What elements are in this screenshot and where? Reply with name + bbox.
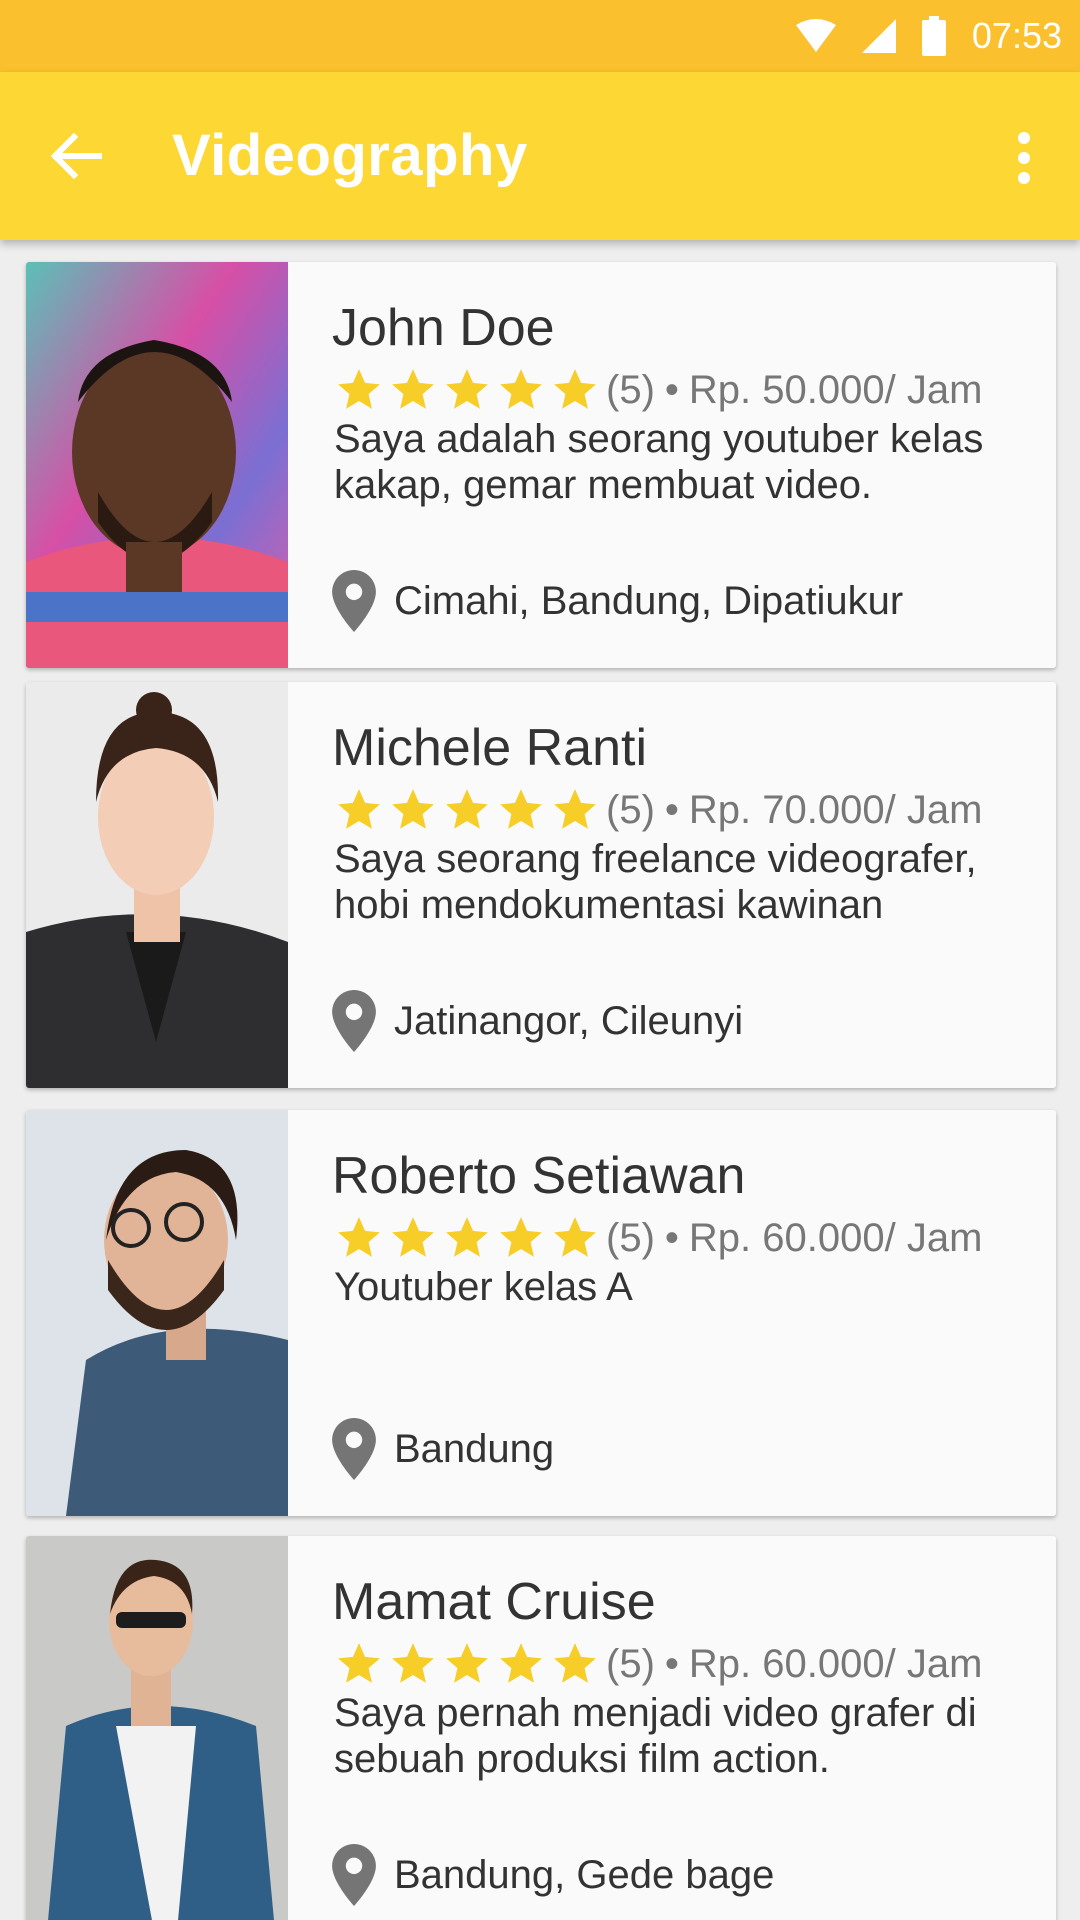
provider-name: John Doe xyxy=(332,299,555,357)
location-pin-icon xyxy=(332,1418,376,1480)
price: Rp. 70.000/ Jam xyxy=(688,787,983,832)
separator-dot: • xyxy=(664,1641,679,1686)
provider-description: Saya adalah seorang youtuber kelas kakap… xyxy=(334,417,984,507)
price: Rp. 60.000/ Jam xyxy=(688,1641,983,1686)
star-icon xyxy=(446,369,488,409)
star-icon xyxy=(338,1217,380,1257)
star-rating xyxy=(332,1639,602,1689)
provider-name: Mamat Cruise xyxy=(332,1573,656,1631)
arrow-back-icon xyxy=(50,133,102,179)
rating-row: (5) • Rp. 60.000/ Jam xyxy=(332,1210,982,1266)
star-rating xyxy=(332,365,602,415)
battery-icon xyxy=(921,16,946,56)
rating-count: (5) xyxy=(606,367,655,412)
star-icon xyxy=(392,369,434,409)
star-icon xyxy=(554,369,596,409)
provider-location: Bandung xyxy=(332,1418,554,1480)
star-icon xyxy=(554,1643,596,1683)
provider-card[interactable]: Mamat Cruise (5) • Rp. 60.000/ Jam Saya … xyxy=(26,1536,1056,1920)
star-icon xyxy=(500,1217,542,1257)
star-rating xyxy=(332,785,602,835)
location-text: Bandung xyxy=(394,1426,555,1471)
location-text: Jatinangor, Cileunyi xyxy=(394,998,744,1043)
star-icon xyxy=(500,369,542,409)
signal-icon xyxy=(861,19,896,53)
provider-photo xyxy=(26,682,288,1088)
provider-location: Bandung, Gede bage xyxy=(332,1844,774,1906)
location-pin-icon xyxy=(332,570,376,632)
price: Rp. 50.000/ Jam xyxy=(688,367,983,412)
star-icon xyxy=(446,1217,488,1257)
location-pin-icon xyxy=(332,990,376,1052)
page-title: Videography xyxy=(172,123,528,188)
star-icon xyxy=(554,1217,596,1257)
app-bar: Videography xyxy=(0,72,1080,240)
separator-dot: • xyxy=(664,1215,679,1260)
rating-count: (5) xyxy=(606,1641,655,1686)
location-pin-icon xyxy=(332,1844,376,1906)
location-text: Bandung, Gede bage xyxy=(394,1852,775,1897)
provider-name: Roberto Setiawan xyxy=(332,1147,746,1205)
provider-photo xyxy=(26,262,288,668)
star-icon xyxy=(500,789,542,829)
star-icon xyxy=(392,1217,434,1257)
provider-list: John Doe (5) • Rp. 50.000/ Jam Saya adal… xyxy=(0,240,1080,1920)
rating-row: (5) • Rp. 70.000/ Jam xyxy=(332,782,982,838)
status-bar: 07:53 xyxy=(0,0,1080,72)
wifi-icon xyxy=(795,19,836,53)
rating-row: (5) • Rp. 50.000/ Jam xyxy=(332,362,982,418)
provider-description: Youtuber kelas A xyxy=(334,1265,633,1309)
separator-dot: • xyxy=(664,367,679,412)
provider-description: Saya pernah menjadi video grafer di sebu… xyxy=(334,1691,977,1781)
star-icon xyxy=(338,789,380,829)
overflow-menu-button[interactable] xyxy=(1004,128,1044,188)
star-icon xyxy=(392,1643,434,1683)
star-icon xyxy=(338,369,380,409)
provider-card[interactable]: Michele Ranti (5) • Rp. 70.000/ Jam Saya… xyxy=(26,682,1056,1088)
star-icon xyxy=(500,1643,542,1683)
star-icon xyxy=(554,789,596,829)
price: Rp. 60.000/ Jam xyxy=(688,1215,983,1260)
back-button[interactable] xyxy=(44,124,108,188)
provider-description: Saya seorang freelance videografer, hobi… xyxy=(334,837,977,927)
rating-count: (5) xyxy=(606,1215,655,1260)
provider-card[interactable]: John Doe (5) • Rp. 50.000/ Jam Saya adal… xyxy=(26,262,1056,668)
separator-dot: • xyxy=(664,787,679,832)
rating-count: (5) xyxy=(606,787,655,832)
provider-name: Michele Ranti xyxy=(332,719,648,777)
location-text: Cimahi, Bandung, Dipatiukur xyxy=(394,578,904,623)
clock: 07:53 xyxy=(971,15,1062,56)
rating-row: (5) • Rp. 60.000/ Jam xyxy=(332,1636,982,1692)
provider-location: Jatinangor, Cileunyi xyxy=(332,990,743,1052)
star-icon xyxy=(446,1643,488,1683)
provider-photo xyxy=(26,1536,288,1920)
star-icon xyxy=(338,1643,380,1683)
star-icon xyxy=(392,789,434,829)
provider-photo xyxy=(26,1110,288,1516)
provider-location: Cimahi, Bandung, Dipatiukur xyxy=(332,570,903,632)
star-icon xyxy=(446,789,488,829)
provider-card[interactable]: Roberto Setiawan (5) • Rp. 60.000/ Jam Y… xyxy=(26,1110,1056,1516)
star-rating xyxy=(332,1213,602,1263)
more-vert-icon xyxy=(1018,132,1030,184)
